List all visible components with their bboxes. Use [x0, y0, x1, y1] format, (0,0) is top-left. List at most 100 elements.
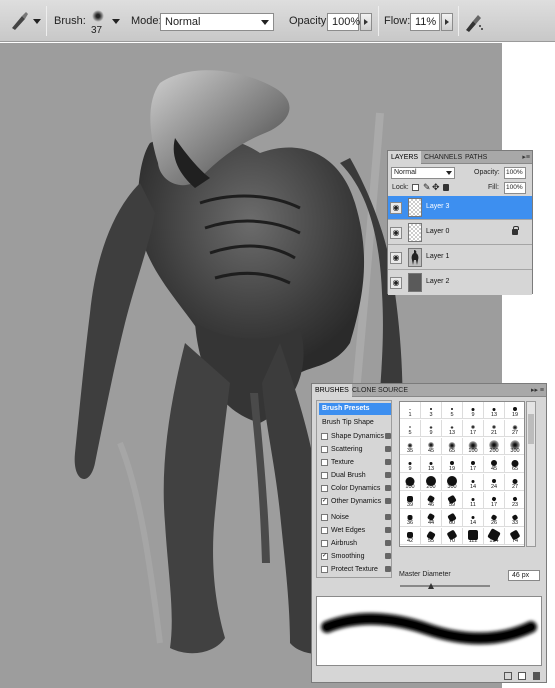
new-brush-icon[interactable]	[518, 672, 526, 680]
lock-all-icon[interactable]	[443, 184, 449, 191]
brush-preset-cell[interactable]: 300	[505, 438, 524, 455]
visibility-eye-icon[interactable]: ◉	[390, 202, 402, 214]
brush-presets-item[interactable]: Brush Presets	[319, 403, 391, 415]
visibility-eye-icon[interactable]: ◉	[390, 252, 402, 264]
lock-icon[interactable]	[385, 514, 391, 520]
brush-preset-cell[interactable]: 17	[463, 456, 484, 473]
brush-preset-cell[interactable]: 35	[400, 438, 421, 455]
fill-field[interactable]: 100%	[504, 182, 526, 194]
brush-preset-cell[interactable]: 74	[505, 528, 524, 545]
lock-transparency-icon[interactable]	[412, 184, 419, 191]
brush-preset-cell[interactable]: 14	[463, 510, 484, 527]
opacity-slider-button[interactable]	[360, 13, 372, 31]
layer-opacity-field[interactable]: 100%	[504, 167, 526, 179]
brush-preset-cell[interactable]: 26	[484, 510, 505, 527]
brush-option-item[interactable]: Noise	[319, 512, 391, 524]
brush-option-item[interactable]: Protect Texture	[319, 564, 391, 576]
lock-icon[interactable]	[385, 485, 391, 491]
tab-channels[interactable]: CHANNELS	[421, 151, 465, 164]
brush-preset-cell[interactable]: 27	[505, 420, 524, 437]
checkbox[interactable]	[321, 566, 328, 573]
airbrush-icon[interactable]	[463, 11, 485, 33]
brush-option-item[interactable]: ✓ Other Dynamics	[319, 496, 391, 508]
opacity-field[interactable]: 100%	[327, 13, 360, 31]
brush-preset-cell[interactable]: 42	[400, 528, 421, 545]
brush-preset-cell[interactable]: 112	[463, 528, 484, 545]
lock-move-icon[interactable]: ✥	[432, 182, 440, 193]
brush-preset-cell[interactable]: 200	[484, 438, 505, 455]
tab-layers[interactable]: LAYERS	[388, 151, 422, 164]
brush-picker-chevron-icon[interactable]	[112, 19, 120, 24]
brush-preset-cell[interactable]: 21	[484, 420, 505, 437]
brush-preset-cell[interactable]: 5	[400, 420, 421, 437]
brush-option-item[interactable]: ✓ Smoothing	[319, 551, 391, 563]
brush-option-item[interactable]: Shape Dynamics	[319, 431, 391, 443]
lock-icon[interactable]	[385, 446, 391, 452]
checkbox[interactable]	[321, 433, 328, 440]
brush-option-item[interactable]: Color Dynamics	[319, 483, 391, 495]
checkbox[interactable]	[321, 527, 328, 534]
flow-field[interactable]: 11%	[410, 13, 440, 31]
panel-menu-icon[interactable]: ▸≡	[522, 153, 530, 161]
master-diameter-field[interactable]: 46 px	[508, 570, 540, 581]
brush-presets-grid[interactable]: 1 3 5 9 13 19 5 9 13 17 21 27 35 45 65 100 200 300 9 13 19 17…	[399, 401, 525, 547]
brush-preset-cell[interactable]: 60	[442, 510, 463, 527]
visibility-eye-icon[interactable]: ◉	[390, 227, 402, 239]
brush-option-item[interactable]: Airbrush	[319, 538, 391, 550]
lock-icon[interactable]	[385, 566, 391, 572]
brush-preset-cell[interactable]: 13	[484, 402, 505, 419]
lock-paint-icon[interactable]: ✎	[423, 182, 431, 193]
brush-preset-cell[interactable]: 100	[400, 474, 421, 491]
brush-preset-cell[interactable]: 39	[400, 492, 421, 509]
brush-preset-cell[interactable]: 9	[421, 420, 442, 437]
brush-option-item[interactable]: Texture	[319, 457, 391, 469]
checkbox[interactable]	[321, 446, 328, 453]
tool-preset-chevron-icon[interactable]	[33, 19, 41, 24]
brush-preset-cell[interactable]: 44	[421, 510, 442, 527]
checkbox[interactable]: ✓	[321, 553, 328, 560]
checkbox[interactable]	[321, 459, 328, 466]
brush-preset-cell[interactable]: 13	[442, 420, 463, 437]
brush-preset-cell[interactable]: 46	[421, 492, 442, 509]
lock-icon[interactable]	[385, 553, 391, 559]
tab-paths[interactable]: PATHS	[462, 151, 490, 164]
brush-preset-cell[interactable]: 19	[442, 456, 463, 473]
brush-preset-cell[interactable]: 70	[442, 528, 463, 545]
brush-preset-cell[interactable]: 300	[442, 474, 463, 491]
toggle-brush-icon[interactable]	[504, 672, 512, 680]
brush-preset-cell[interactable]: 200	[421, 474, 442, 491]
brush-option-item[interactable]: Scattering	[319, 444, 391, 456]
checkbox[interactable]	[321, 485, 328, 492]
brush-preset-cell[interactable]: 19	[505, 402, 524, 419]
brush-preset-cell[interactable]: 134	[484, 528, 505, 545]
brush-grid-scrollbar[interactable]	[526, 401, 536, 547]
delete-brush-icon[interactable]	[533, 672, 540, 680]
brush-preset-cell[interactable]: 65	[505, 456, 524, 473]
brush-picker[interactable]: 37	[88, 8, 108, 36]
lock-icon[interactable]	[385, 459, 391, 465]
brush-preset-cell[interactable]: 13	[421, 456, 442, 473]
brush-preset-cell[interactable]: 9	[463, 402, 484, 419]
brush-option-item[interactable]: Wet Edges	[319, 525, 391, 537]
brush-preset-cell[interactable]: 65	[442, 438, 463, 455]
brush-preset-cell[interactable]: 3	[421, 402, 442, 419]
flow-slider-button[interactable]	[441, 13, 453, 31]
panel-menu-icon[interactable]: ▸▸ ≡	[531, 386, 544, 394]
lock-icon[interactable]	[385, 472, 391, 478]
brush-option-item[interactable]: Dual Brush	[319, 470, 391, 482]
layer-row-layer-1[interactable]: ◉ Layer 1	[388, 246, 532, 270]
lock-icon[interactable]	[385, 433, 391, 439]
brush-preset-cell[interactable]: 45	[421, 438, 442, 455]
visibility-eye-icon[interactable]: ◉	[390, 277, 402, 289]
layer-row-layer-2[interactable]: ◉ Layer 2	[388, 271, 532, 295]
slider-knob-icon[interactable]	[428, 583, 434, 589]
lock-icon[interactable]	[385, 527, 391, 533]
lock-icon[interactable]	[385, 498, 391, 504]
brush-tool-icon[interactable]	[8, 10, 30, 32]
brush-preset-cell[interactable]: 33	[505, 510, 524, 527]
tab-clone-source[interactable]: CLONE SOURCE	[349, 384, 411, 397]
layer-row-layer-0[interactable]: ◉ Layer 0	[388, 221, 532, 245]
brush-preset-cell[interactable]: 17	[463, 420, 484, 437]
mode-select[interactable]: Normal	[160, 13, 274, 31]
layer-row-layer-3[interactable]: ◉ Layer 3	[388, 196, 532, 220]
